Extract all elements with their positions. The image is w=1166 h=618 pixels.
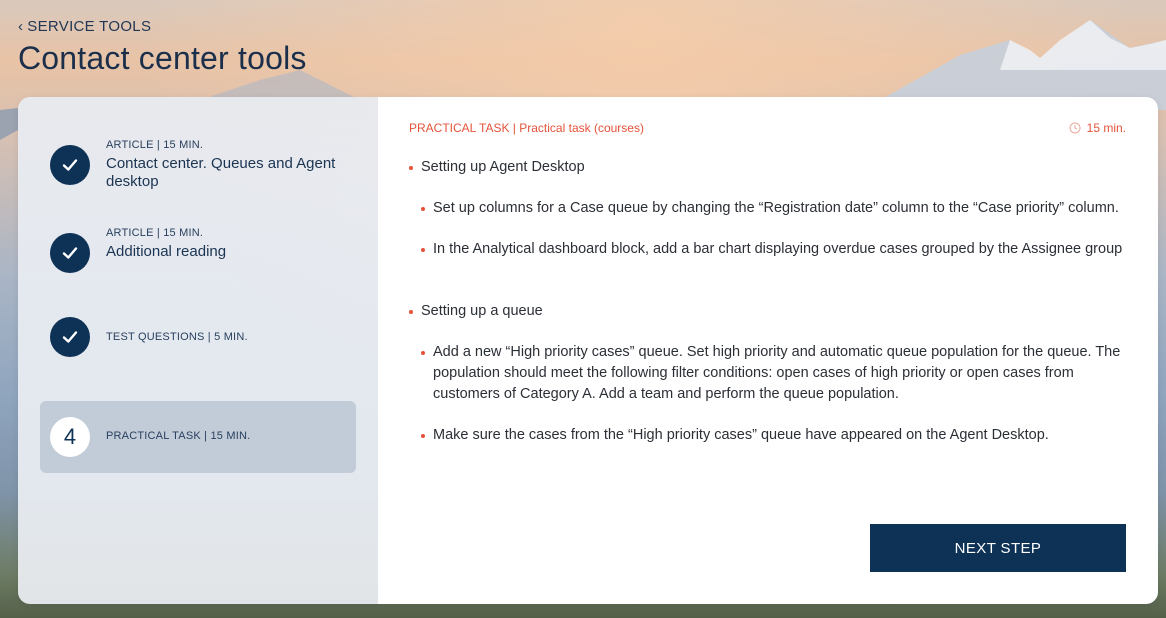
step-type: TEST QUESTIONS | 5 MIN.	[106, 331, 248, 343]
step-type: ARTICLE | 15 MIN.	[106, 227, 204, 239]
page-title: Contact center tools	[18, 40, 307, 76]
checkmark-icon	[50, 317, 90, 357]
step-item-2[interactable]: ARTICLE | 15 MIN. Additional reading	[40, 219, 356, 291]
step-type: PRACTICAL TASK | 15 MIN.	[106, 430, 251, 442]
list-item: In the Analytical dashboard block, add a…	[421, 239, 1126, 260]
checkmark-icon	[50, 233, 90, 273]
step-type: ARTICLE | 15 MIN.	[106, 139, 204, 151]
step-name: Contact center. Queues and Agent desktop	[106, 155, 336, 190]
step-name: Additional reading	[106, 243, 227, 260]
step-number-badge: 4	[50, 417, 90, 457]
list-item: Add a new “High priority cases” queue. S…	[421, 342, 1126, 405]
task-instructions: Setting up Agent Desktop Set up columns …	[409, 157, 1126, 446]
task-duration: 15 min.	[1069, 121, 1126, 135]
step-item-1[interactable]: ARTICLE | 15 MIN. Contact center. Queues…	[40, 131, 356, 203]
list-item: Make sure the cases from the “High prior…	[421, 425, 1126, 446]
back-link-service-tools[interactable]: ‹ SERVICE TOOLS	[18, 18, 151, 35]
next-step-button[interactable]: NEXT STEP	[870, 524, 1126, 572]
list-item: Set up columns for a Case queue by chang…	[421, 198, 1126, 219]
section-agent-desktop: Setting up Agent Desktop Set up columns …	[409, 157, 1126, 260]
step-item-3[interactable]: TEST QUESTIONS | 5 MIN.	[40, 291, 356, 363]
chevron-left-icon: ‹	[18, 18, 24, 35]
duration-label: 15 min.	[1086, 121, 1126, 135]
section-queue: Setting up a queue Add a new “High prior…	[409, 301, 1126, 446]
section-heading: Setting up Agent Desktop	[409, 157, 1126, 178]
task-content: PRACTICAL TASK | Practical task (courses…	[378, 97, 1158, 604]
clock-icon	[1069, 122, 1081, 134]
section-heading: Setting up a queue	[409, 301, 1126, 322]
checkmark-icon	[50, 145, 90, 185]
step-item-4-active[interactable]: 4 PRACTICAL TASK | 15 MIN.	[40, 401, 356, 473]
task-meta: PRACTICAL TASK | Practical task (courses…	[409, 121, 644, 135]
course-card: ARTICLE | 15 MIN. Contact center. Queues…	[18, 97, 1158, 604]
back-link-label: SERVICE TOOLS	[27, 18, 152, 35]
steps-sidebar: ARTICLE | 15 MIN. Contact center. Queues…	[18, 97, 378, 604]
